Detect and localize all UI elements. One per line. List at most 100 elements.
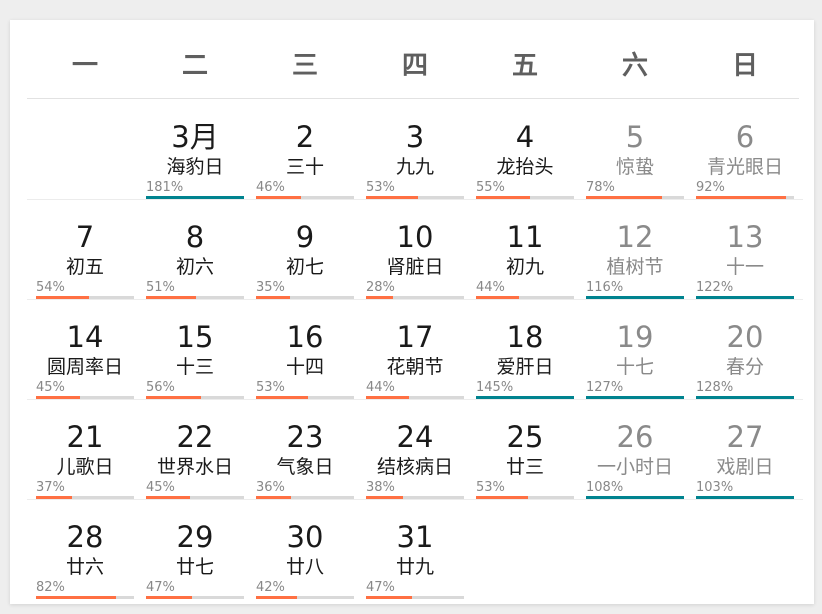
day-number: 17 [396, 320, 434, 354]
day-number: 22 [176, 420, 214, 454]
day-cell[interactable]: 9 初七 35% [250, 200, 360, 300]
progress-fill [36, 296, 89, 299]
day-cell[interactable]: 24 结核病日 38% [360, 400, 470, 500]
day-cell[interactable]: 31 廿九 47% [360, 500, 470, 600]
percent-label: 35% [256, 280, 285, 295]
day-cell[interactable]: 14 圆周率日 45% [30, 300, 140, 400]
day-cell[interactable]: 12 植树节 116% [580, 200, 690, 300]
lunar-label: 一小时日 [596, 456, 673, 478]
lunar-label: 廿八 [285, 556, 324, 578]
day-cell[interactable]: 26 一小时日 108% [580, 400, 690, 500]
progress-fill [366, 296, 394, 299]
percent-label: 56% [146, 380, 175, 395]
lunar-label: 青光眼日 [706, 156, 783, 178]
day-cell[interactable]: 25 廿三 53% [470, 400, 580, 500]
day-cell[interactable]: 7 初五 54% [30, 200, 140, 300]
day-cell[interactable]: 11 初九 44% [470, 200, 580, 300]
progress-fill [696, 396, 794, 399]
weekday-mon: 一 [71, 51, 98, 81]
lunar-label: 十一 [725, 256, 764, 278]
day-cell[interactable]: 21 儿歌日 37% [30, 400, 140, 500]
day-cell[interactable]: 2 三十 46% [250, 100, 360, 200]
day-number: 14 [66, 320, 104, 354]
percent-label: 82% [36, 580, 65, 595]
percent-label: 103% [696, 480, 734, 495]
percent-label: 47% [146, 580, 175, 595]
calendar-card: 一 二 三 四 五 六 日 3月 海豹日 181% 2 三十 46% 3 九九 53% 4 龙抬头 5… [10, 20, 814, 604]
lunar-label: 肾脏日 [386, 256, 444, 278]
progress-bar [36, 496, 134, 499]
progress-bar [586, 196, 684, 199]
lunar-label: 廿六 [65, 556, 104, 578]
day-cell[interactable]: 13 十一 122% [690, 200, 800, 300]
day-cell[interactable]: 8 初六 51% [140, 200, 250, 300]
progress-bar [256, 296, 354, 299]
day-cell[interactable]: 5 惊蛰 78% [580, 100, 690, 200]
day-cell[interactable]: 19 十七 127% [580, 300, 690, 400]
day-cell[interactable]: 28 廿六 82% [30, 500, 140, 600]
week-row: 21 儿歌日 37% 22 世界水日 45% 23 气象日 36% 24 结核病日 38% 25 廿三 53… [27, 400, 803, 500]
week-row: 14 圆周率日 45% 15 十三 56% 16 十四 53% 17 花朝节 44% 18 爱肝日 145%… [27, 300, 803, 400]
day-number: 26 [616, 420, 654, 454]
day-cell[interactable]: 6 青光眼日 92% [690, 100, 800, 200]
progress-fill [256, 396, 308, 399]
percent-label: 53% [256, 380, 285, 395]
progress-bar [586, 396, 684, 399]
progress-fill [146, 496, 191, 499]
day-cell[interactable]: 4 龙抬头 55% [470, 100, 580, 200]
progress-bar [36, 396, 134, 399]
day-cell[interactable]: 10 肾脏日 28% [360, 200, 470, 300]
progress-fill [36, 396, 81, 399]
day-cell[interactable]: 3 九九 53% [360, 100, 470, 200]
lunar-label: 十四 [285, 356, 324, 378]
progress-bar [146, 596, 244, 599]
day-cell[interactable]: 29 廿七 47% [140, 500, 250, 600]
progress-fill [586, 196, 663, 199]
day-cell[interactable]: 18 爱肝日 145% [470, 300, 580, 400]
day-number: 31 [396, 520, 434, 554]
day-cell[interactable]: 20 春分 128% [690, 300, 800, 400]
day-cell[interactable]: 30 廿八 42% [250, 500, 360, 600]
progress-fill [476, 296, 520, 299]
day-number: 12 [616, 220, 654, 254]
progress-bar [586, 496, 684, 499]
day-number: 18 [506, 320, 544, 354]
progress-fill [586, 396, 684, 399]
lunar-label: 初七 [285, 256, 324, 278]
percent-label: 44% [366, 380, 395, 395]
week-row: 7 初五 54% 8 初六 51% 9 初七 35% 10 肾脏日 28% 11 初九 44% 12 植树节 11… [27, 200, 803, 300]
progress-bar [696, 496, 794, 499]
day-number: 11 [506, 220, 544, 254]
day-cell[interactable]: 16 十四 53% [250, 300, 360, 400]
day-cell[interactable]: 23 气象日 36% [250, 400, 360, 500]
percent-label: 181% [146, 180, 184, 195]
progress-bar [146, 296, 244, 299]
progress-bar [256, 196, 354, 199]
day-cell[interactable]: 22 世界水日 45% [140, 400, 250, 500]
percent-label: 108% [586, 480, 624, 495]
percent-label: 128% [696, 380, 734, 395]
lunar-label: 初五 [65, 256, 104, 278]
lunar-label: 植树节 [606, 256, 664, 278]
day-cell[interactable]: 15 十三 56% [140, 300, 250, 400]
lunar-label: 初九 [505, 256, 544, 278]
day-number: 16 [286, 320, 324, 354]
progress-bar [146, 196, 244, 199]
percent-label: 42% [256, 580, 285, 595]
lunar-label: 气象日 [276, 456, 334, 478]
progress-fill [586, 496, 684, 499]
progress-bar [36, 296, 134, 299]
day-number: 23 [286, 420, 324, 454]
lunar-label: 廿七 [175, 556, 214, 578]
percent-label: 53% [476, 480, 505, 495]
day-cell[interactable]: 3月 海豹日 181% [140, 100, 250, 200]
lunar-label: 戏剧日 [716, 456, 774, 478]
lunar-label: 海豹日 [166, 156, 224, 178]
progress-fill [146, 296, 196, 299]
progress-fill [256, 196, 302, 199]
day-cell[interactable]: 17 花朝节 44% [360, 300, 470, 400]
progress-bar [146, 396, 244, 399]
percent-label: 53% [366, 180, 395, 195]
day-cell[interactable]: 27 戏剧日 103% [690, 400, 800, 500]
progress-fill [146, 596, 193, 599]
